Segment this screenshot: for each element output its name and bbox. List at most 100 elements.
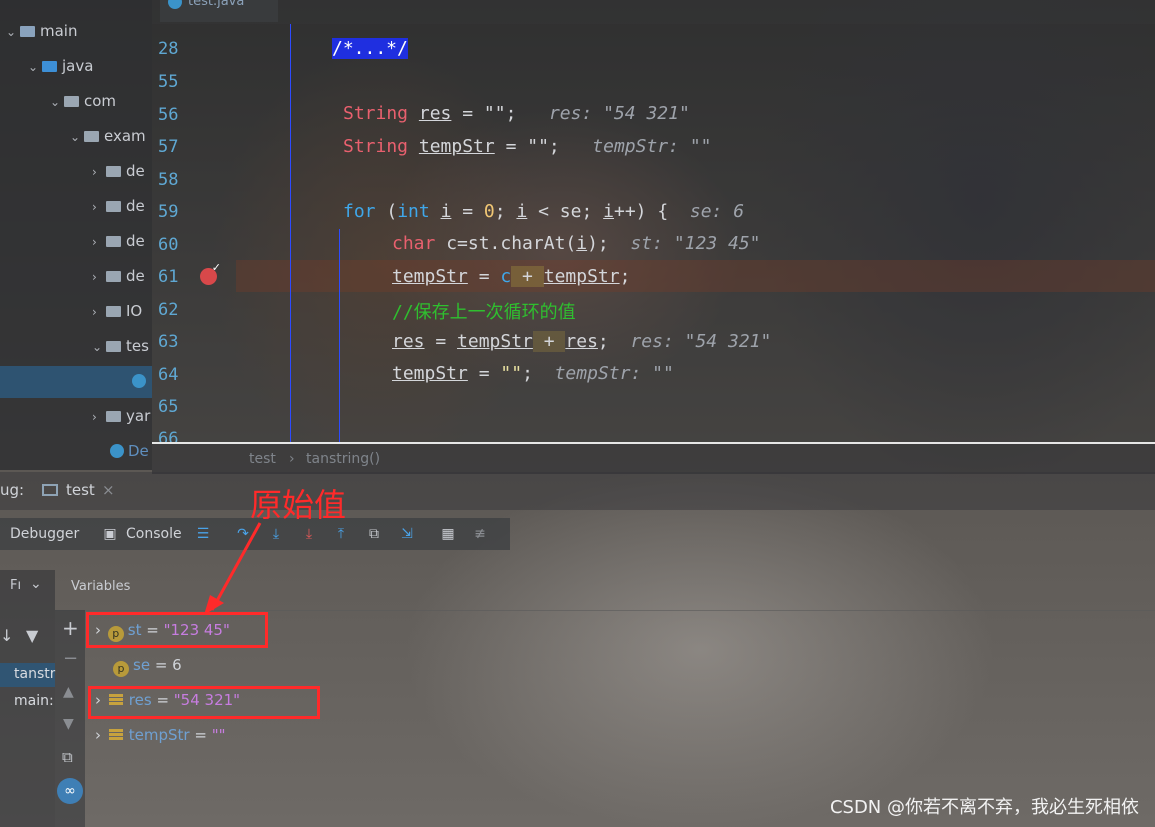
breadcrumb-file[interactable]: test <box>249 451 276 467</box>
tree-item-yarn[interactable]: › yar <box>92 405 150 427</box>
chevron-right-icon[interactable]: › <box>92 406 106 428</box>
variable: tempStr <box>418 136 495 157</box>
chevron-down-icon[interactable]: ⌄ <box>92 336 106 358</box>
code-line-63[interactable]: res = tempStr + res; res: "54 321" <box>392 331 771 352</box>
chevron-down-icon[interactable]: ⌄ <box>50 91 64 113</box>
breadcrumb-method[interactable]: tanstring() <box>306 451 380 467</box>
folder-icon <box>42 61 57 72</box>
tree-item-package[interactable]: › de <box>92 195 145 217</box>
tree-item-com[interactable]: ⌄ com <box>50 90 116 112</box>
line-number: 56 <box>158 105 179 125</box>
chevron-right-icon[interactable]: › <box>92 266 106 288</box>
filter-icon[interactable]: ▼ <box>26 626 38 645</box>
chevron-down-icon[interactable]: ⌄ <box>70 126 84 148</box>
variable: res <box>392 331 425 352</box>
chevron-right-icon[interactable]: › <box>92 301 106 323</box>
trace-icon[interactable]: ≢ <box>472 526 488 542</box>
class-icon <box>132 374 146 388</box>
tree-item-label: main <box>40 22 78 40</box>
project-tree: ⌄ main ⌄ java ⌄ com ⌄ exam › de › de › de › de ›… <box>0 0 152 470</box>
tab-debugger[interactable]: Debugger <box>10 526 79 542</box>
tree-item-main[interactable]: ⌄ main <box>6 20 77 42</box>
tree-item-test[interactable]: ⌄ tes <box>92 335 149 357</box>
code-line-56[interactable]: String res = ""; res: "54 321" <box>343 103 690 124</box>
indent-guide <box>290 24 291 442</box>
move-up-icon[interactable]: ▲ <box>63 684 74 700</box>
tree-selected-row[interactable] <box>0 366 152 398</box>
run-to-cursor-icon[interactable]: ⇲ <box>399 526 415 542</box>
variable-row-se[interactable]: p se = 6 <box>111 652 182 678</box>
code-line-61[interactable]: tempStr = c + tempStr; <box>392 266 630 287</box>
tree-item-package[interactable]: › de <box>92 230 145 252</box>
class-icon <box>168 0 182 9</box>
package-icon <box>64 96 79 107</box>
code-text: ; <box>619 266 631 287</box>
remove-watch-icon[interactable]: − <box>63 648 78 669</box>
package-icon <box>106 201 121 212</box>
inline-value-hint: tempStr: "" <box>592 136 712 157</box>
tree-item-io[interactable]: › IO <box>92 300 142 322</box>
chevron-right-icon[interactable]: › <box>95 726 101 744</box>
frame-row[interactable]: main: <box>14 693 54 709</box>
tree-item-example[interactable]: ⌄ exam <box>70 125 146 147</box>
code-text: ; <box>597 331 609 352</box>
glasses-icon[interactable]: ∞ <box>57 778 83 804</box>
chevron-down-icon[interactable]: ⌄ <box>30 576 42 592</box>
tree-item-label: IO <box>126 302 143 320</box>
code-text: c=st.charAt( <box>435 233 577 254</box>
tree-item-label: tes <box>126 337 149 355</box>
code-text: = ""; <box>494 136 560 157</box>
editor-tab-test[interactable]: test.java <box>160 0 278 22</box>
code-line-59[interactable]: for (int i = 0; i < se; i++) { se: 6 <box>343 201 744 222</box>
chevron-right-icon[interactable]: › <box>92 196 106 218</box>
tree-item-package[interactable]: › de <box>92 160 145 182</box>
code-editor[interactable]: 28 55 56 57 58 59 60 61 62 63 64 65 66 /… <box>152 24 1155 442</box>
chevron-down-icon[interactable]: ⌄ <box>6 21 20 43</box>
step-out-icon[interactable]: ⤒ <box>333 526 349 542</box>
variable: i <box>516 201 528 222</box>
code-text: ; <box>522 363 533 384</box>
tree-item-java[interactable]: ⌄ java <box>28 55 93 77</box>
copy-icon[interactable]: ⧉ <box>62 748 73 766</box>
breakpoint-icon[interactable] <box>200 261 221 285</box>
add-watch-icon[interactable]: + <box>62 616 79 640</box>
chevron-right-icon[interactable]: › <box>92 161 106 183</box>
code-line-60[interactable]: char c=st.charAt(i); st: "123 45" <box>392 233 761 254</box>
frame-row-selected[interactable]: tanstr <box>0 663 55 687</box>
chevron-down-icon[interactable]: ⌄ <box>28 56 42 78</box>
line-number: 59 <box>158 202 179 222</box>
arrow-down-icon[interactable]: ↓ <box>0 626 13 645</box>
chevron-right-icon[interactable]: › <box>92 231 106 253</box>
line-number: 60 <box>158 235 179 255</box>
tree-item-demo-class[interactable]: De <box>110 440 149 462</box>
tree-item-package[interactable]: › de <box>92 265 145 287</box>
annotation-box-res <box>88 686 320 719</box>
run-config-icon <box>42 484 58 496</box>
code-line-62[interactable]: //保存上一次循环的值 <box>392 298 576 324</box>
debug-session-tab[interactable]: test <box>66 481 95 499</box>
code-text: = ""; <box>451 103 517 124</box>
variables-side-toolbar: + − ▲ ▼ ⧉ ∞ <box>55 610 85 827</box>
variable-row-tempstr[interactable]: › tempStr = "" <box>95 722 226 748</box>
code-line-28[interactable]: /*...*/ <box>332 38 408 59</box>
variable: res <box>565 331 598 352</box>
variable: res <box>418 103 452 124</box>
variable: i <box>603 201 614 222</box>
tree-item-label: com <box>84 92 117 110</box>
tab-console[interactable]: Console <box>126 526 182 542</box>
code-line-64[interactable]: tempStr = ""; tempStr: "" <box>392 363 674 384</box>
evaluate-expression-icon[interactable]: ▦ <box>440 526 456 542</box>
tree-item-label: java <box>62 57 94 75</box>
tree-item-label: de <box>126 197 145 215</box>
force-step-into-icon[interactable]: ⤓ <box>301 526 317 542</box>
tree-item-test-class[interactable] <box>132 370 150 392</box>
drop-frame-icon[interactable]: ⧉ <box>366 526 382 542</box>
code-line-57[interactable]: String tempStr = ""; tempStr: "" <box>343 136 712 157</box>
variable-name: tempStr <box>128 726 190 744</box>
close-icon[interactable]: × <box>102 481 115 499</box>
step-into-icon[interactable]: ⤓ <box>268 526 284 542</box>
type-keyword: String <box>343 136 409 157</box>
folder-icon <box>20 26 35 37</box>
move-down-icon[interactable]: ▼ <box>63 716 74 732</box>
folded-comment[interactable]: /*...*/ <box>332 38 408 59</box>
